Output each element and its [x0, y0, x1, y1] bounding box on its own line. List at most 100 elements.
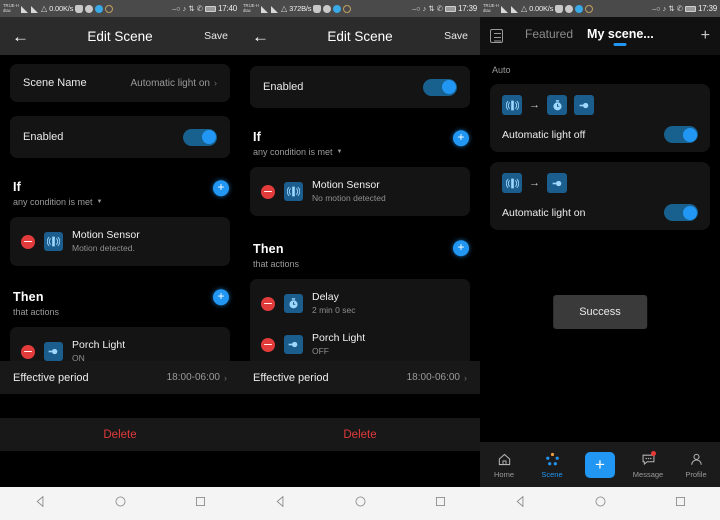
- shield-icon: [555, 4, 564, 13]
- nav-item-profile[interactable]: Profile: [672, 451, 720, 479]
- enabled-toggle[interactable]: [183, 128, 217, 146]
- android-back-icon[interactable]: [514, 495, 527, 513]
- scene-name-card[interactable]: Scene Name Automatic light on ›: [10, 64, 230, 102]
- android-back-icon[interactable]: [34, 495, 47, 513]
- facebook-icon: [85, 4, 94, 13]
- motion-sensor-icon: [284, 182, 303, 201]
- nav-label-message: Message: [632, 469, 664, 479]
- bottom-navigation: Home Scene + Message Profile: [480, 441, 720, 487]
- save-button[interactable]: Save: [444, 30, 468, 42]
- scene-toggle[interactable]: [664, 126, 698, 143]
- clock-label: 17:40: [217, 4, 237, 13]
- action-row[interactable]: Porch Light OFF: [250, 324, 470, 365]
- signal-icon-2: [511, 5, 519, 13]
- add-action-button[interactable]: +: [213, 288, 229, 305]
- remove-icon[interactable]: [261, 184, 275, 199]
- effective-period-label: Effective period: [253, 371, 329, 384]
- action-text: Porch Light OFF: [312, 332, 365, 357]
- if-condition-mode[interactable]: any condition is met ▼: [13, 197, 227, 207]
- remove-icon[interactable]: [261, 296, 275, 311]
- bottom-actions: Effective period 18:00-06:00 › Delete: [0, 361, 240, 451]
- then-heading: Then: [13, 290, 44, 304]
- facebook-icon: [323, 4, 332, 13]
- android-home-icon[interactable]: [114, 495, 127, 513]
- wifi-icon: △: [41, 4, 48, 13]
- nav-item-scene[interactable]: Scene: [528, 451, 576, 479]
- vpn-key-icon: ⎯○: [652, 3, 661, 13]
- shield-icon: [313, 4, 322, 13]
- tabs: Featured My scene...: [525, 27, 654, 46]
- condition-row[interactable]: Motion Sensor No motion detected: [250, 171, 470, 212]
- plus-icon[interactable]: +: [585, 451, 615, 478]
- chevron-down-icon: ▼: [96, 199, 103, 205]
- action-row[interactable]: Delay 2 min 0 sec: [250, 283, 470, 324]
- scene-list-body: Auto → Automatic light off → Automatic l…: [480, 55, 720, 441]
- add-condition-button[interactable]: +: [453, 129, 469, 146]
- effective-period-label: Effective period: [13, 371, 89, 384]
- battery-icon: [204, 5, 216, 12]
- nav-label-profile: Profile: [685, 469, 707, 479]
- android-recents-icon[interactable]: [674, 495, 687, 513]
- effective-period-value: 18:00-06:00: [166, 372, 220, 383]
- chevron-down-icon: ▼: [336, 149, 343, 155]
- android-recents-icon[interactable]: [434, 495, 447, 513]
- android-home-icon[interactable]: [594, 495, 607, 513]
- condition-list: Motion Sensor Motion detected.: [10, 217, 230, 266]
- if-condition-mode-label: any condition is met: [253, 147, 333, 157]
- remove-icon[interactable]: [21, 234, 35, 249]
- notification-badge: [651, 450, 656, 456]
- android-back-icon[interactable]: [274, 495, 287, 513]
- delete-button[interactable]: Delete: [240, 418, 480, 451]
- nav-item-message[interactable]: Message: [624, 450, 672, 479]
- save-button[interactable]: Save: [204, 30, 228, 42]
- arrow-right-icon: →: [529, 177, 540, 189]
- android-nav-bar: [0, 487, 240, 520]
- scene-card[interactable]: → Automatic light on: [490, 162, 710, 230]
- tab-my-scene[interactable]: My scene...: [587, 27, 654, 46]
- status-bar: TRUE-H dtac △ 0.00K/s ⎯○ ♪ ⇅ ✆ 17:40: [0, 0, 240, 17]
- ring-icon: [105, 4, 114, 13]
- nav-item-add[interactable]: +: [576, 451, 624, 478]
- android-recents-icon[interactable]: [194, 495, 207, 513]
- effective-period-row[interactable]: Effective period 18:00-06:00 ›: [0, 361, 240, 394]
- tab-featured[interactable]: Featured: [525, 27, 573, 46]
- then-subtitle-label: that actions: [13, 307, 60, 317]
- arrow-left-icon[interactable]: ←: [252, 28, 269, 45]
- scene-name-value: Automatic light on: [130, 77, 211, 89]
- nav-item-home[interactable]: Home: [480, 451, 528, 479]
- facebook-icon: [565, 4, 574, 13]
- remove-icon[interactable]: [21, 344, 35, 359]
- wifi-icon: △: [521, 4, 528, 13]
- then-heading: Then: [253, 242, 284, 256]
- action-text: Delay 2 min 0 sec: [312, 291, 355, 316]
- condition-row[interactable]: Motion Sensor Motion detected.: [10, 221, 230, 262]
- network-speed-label: 0.00K/s: [529, 4, 554, 13]
- add-scene-button[interactable]: +: [701, 28, 710, 44]
- android-home-icon[interactable]: [354, 495, 367, 513]
- scene-card[interactable]: → Automatic light off: [490, 84, 710, 152]
- clock-label: 17:39: [697, 4, 717, 13]
- enabled-toggle[interactable]: [423, 78, 457, 96]
- if-condition-mode[interactable]: any condition is met ▼: [253, 147, 467, 157]
- action-list: Delay 2 min 0 sec Porch Light OFF: [250, 279, 470, 369]
- no-sound-icon: ♪: [662, 4, 667, 13]
- arrow-left-icon[interactable]: ←: [12, 28, 29, 45]
- scene-toggle[interactable]: [664, 204, 698, 221]
- delete-button[interactable]: Delete: [0, 418, 240, 451]
- add-action-button[interactable]: +: [453, 239, 469, 256]
- battery-icon: [684, 5, 696, 12]
- add-condition-button[interactable]: +: [213, 179, 229, 196]
- chevron-right-icon: ›: [214, 78, 217, 88]
- light-bulb-icon: [44, 342, 63, 361]
- list-icon[interactable]: [490, 29, 503, 43]
- bluetooth-icon: ⇅: [188, 4, 195, 13]
- remove-icon[interactable]: [261, 337, 275, 352]
- action-name: Porch Light: [72, 339, 126, 351]
- app-icon: [333, 4, 342, 13]
- condition-list: Motion Sensor No motion detected: [250, 167, 470, 216]
- scene-name-row[interactable]: Scene Name Automatic light on ›: [10, 64, 230, 102]
- effective-period-row[interactable]: Effective period 18:00-06:00 ›: [240, 361, 480, 394]
- motion-sensor-icon: [44, 232, 63, 251]
- panel-edit-scene-light-on: TRUE-H dtac △ 0.00K/s ⎯○ ♪ ⇅ ✆ 17:40 ← E…: [0, 0, 240, 520]
- shield-icon: [75, 4, 84, 13]
